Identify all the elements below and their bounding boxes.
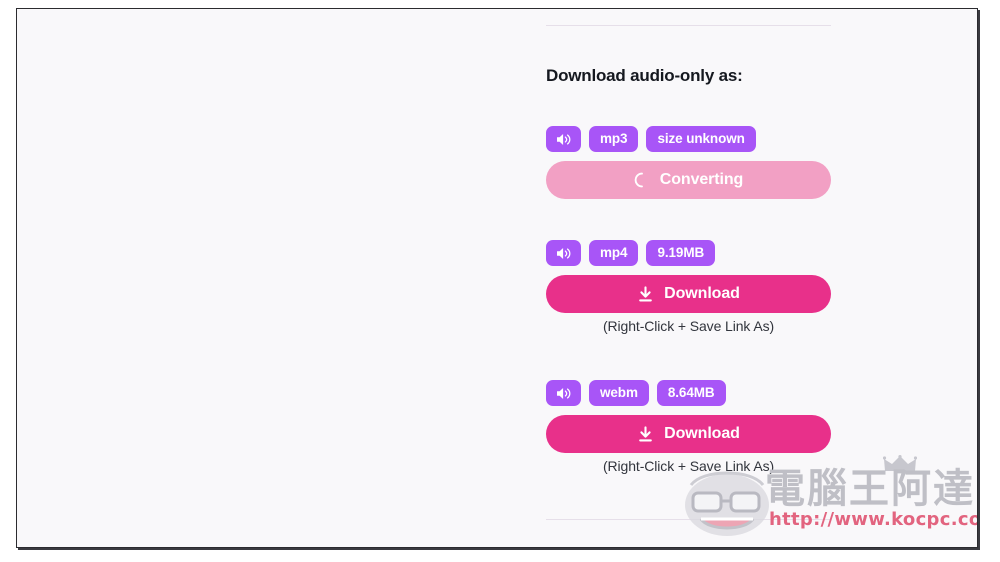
format-badge-mp3: mp3 (589, 126, 639, 152)
format-badge-mp4: mp4 (589, 240, 639, 266)
size-badge-mp3: size unknown (646, 126, 756, 152)
spinner-icon (634, 172, 650, 188)
audio-badge-mp4 (546, 240, 581, 266)
size-badge-webm: 8.64MB (656, 380, 726, 406)
format-block-webm: webm 8.64MB Download (Right-Click + Save… (546, 380, 831, 474)
download-arrow-icon (637, 285, 654, 303)
format-block-mp3: mp3 size unknown Converting (546, 126, 831, 199)
audio-badge-mp3 (546, 126, 581, 152)
format-badge-webm: webm (589, 380, 649, 406)
download-hint-mp4: (Right-Click + Save Link As) (602, 318, 775, 334)
speaker-volume-icon (555, 386, 572, 401)
watermark-brand-text: 電腦王阿達 (765, 466, 975, 512)
crown-icon (882, 455, 918, 473)
badge-row-webm: webm 8.64MB (546, 380, 831, 406)
download-hint-webm: (Right-Click + Save Link As) (602, 458, 775, 474)
download-button-label: Download (664, 285, 740, 302)
download-button-webm[interactable]: Download (546, 415, 831, 453)
speaker-volume-icon (555, 132, 572, 147)
divider-top (546, 25, 831, 26)
badge-row-mp3: mp3 size unknown (546, 126, 831, 152)
format-block-mp4: mp4 9.19MB Download (Right-Click + Save … (546, 240, 831, 334)
speaker-volume-icon (555, 246, 572, 261)
download-button-label: Download (664, 425, 740, 442)
badge-row-mp4: mp4 9.19MB (546, 240, 831, 266)
audio-badge-webm (546, 380, 581, 406)
download-button-mp4[interactable]: Download (546, 275, 831, 313)
converting-button-label: Converting (659, 171, 744, 188)
watermark-url-text: http://www.kocpc.com.tw (769, 509, 977, 530)
screenshot-root: Download audio-only as: mp3 size unknown (0, 0, 1000, 562)
page-title: Download audio-only as: (546, 66, 743, 85)
divider-bottom (546, 519, 831, 520)
converting-button-mp3[interactable]: Converting (546, 161, 831, 199)
page-surface: Download audio-only as: mp3 size unknown (17, 9, 977, 547)
download-arrow-icon (637, 425, 654, 443)
size-badge-mp4: 9.19MB (646, 240, 716, 266)
cartoon-face-with-glasses-icon (677, 471, 777, 543)
